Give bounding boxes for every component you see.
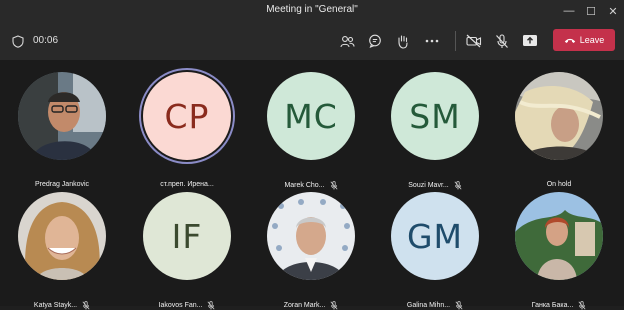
muted-mic-icon xyxy=(454,181,462,190)
participant-photo xyxy=(18,192,106,280)
participant-name: Predrag Jankovic xyxy=(34,181,90,188)
minimize-button[interactable]: — xyxy=(560,2,578,20)
raise-hand-icon xyxy=(398,34,408,49)
participant-name: ст.преп. Ирена... xyxy=(160,181,214,188)
more-icon xyxy=(425,39,439,43)
participant-name-row: On hold xyxy=(509,181,609,188)
camera-off-icon xyxy=(466,34,482,48)
participant-avatar: SM xyxy=(391,72,479,160)
participant-name-row: Marek Cho... xyxy=(261,181,361,190)
participant-avatar: GM xyxy=(391,192,479,280)
participants-button[interactable] xyxy=(337,31,357,51)
participant-name: On hold xyxy=(546,181,572,188)
close-window-button[interactable]: ✕ xyxy=(604,2,622,20)
participant-name-row: ст.преп. Ирена... xyxy=(137,181,237,188)
participant-name-row: Predrag Jankovic xyxy=(12,181,112,188)
leave-button[interactable]: Leave xyxy=(553,29,615,51)
meeting-toolbar: 00:06 Leave xyxy=(0,22,624,60)
participant-photo xyxy=(515,192,603,280)
share-screen-icon xyxy=(523,35,537,46)
camera-toggle-button[interactable] xyxy=(464,31,484,51)
people-icon xyxy=(339,35,355,47)
leave-label: Leave xyxy=(579,35,605,45)
muted-mic-icon xyxy=(330,181,338,190)
avatar-initials: SM xyxy=(409,96,461,136)
meeting-timer: 00:06 xyxy=(33,35,59,46)
participant-avatar: MC xyxy=(267,72,355,160)
share-content-button[interactable] xyxy=(520,31,540,51)
participant-name: Marek Cho... xyxy=(284,182,325,189)
avatar-initials: IF xyxy=(171,216,203,256)
participant-grid: Predrag Jankovic CP ст.преп. Ирена... MC… xyxy=(0,60,624,310)
participant-avatar: CP xyxy=(143,72,231,160)
participant-name-row: Souzi Mavr... xyxy=(385,181,485,190)
participant-photo xyxy=(267,192,355,280)
toolbar-divider xyxy=(455,31,456,51)
maximize-button[interactable]: ☐ xyxy=(582,2,600,20)
more-actions-button[interactable] xyxy=(422,31,442,51)
hang-up-icon xyxy=(564,38,575,43)
participant-photo xyxy=(18,72,106,160)
window-title: Meeting in "General" xyxy=(266,4,358,15)
title-bar: Meeting in "General" — ☐ ✕ xyxy=(0,0,624,22)
avatar-initials: CP xyxy=(164,96,210,136)
participant-avatar: IF xyxy=(143,192,231,280)
shield-icon[interactable] xyxy=(8,31,28,51)
participant-photo xyxy=(515,72,603,160)
chat-icon xyxy=(369,34,381,48)
mic-toggle-button[interactable] xyxy=(492,31,512,51)
mic-off-icon xyxy=(496,33,508,48)
avatar-initials: GM xyxy=(406,216,464,256)
reactions-button[interactable] xyxy=(393,31,413,51)
participant-name: Souzi Mavr... xyxy=(408,182,449,189)
avatar-initials: MC xyxy=(284,96,338,136)
chat-button[interactable] xyxy=(365,31,385,51)
